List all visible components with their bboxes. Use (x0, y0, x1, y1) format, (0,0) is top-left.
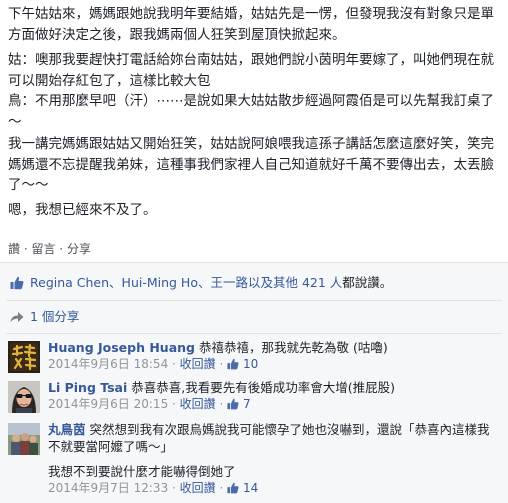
post-paragraph: 我一講完媽媽跟姑姑又開始狂笑，姑姑說阿娘喂我這孫子講話怎麼這麼好笑，笑完媽媽還不… (8, 136, 494, 193)
action-separator: · (20, 242, 32, 256)
post-paragraph: 嗯，我想已經來不及了。 (8, 202, 157, 218)
comment-text: 恭喜恭喜,我看要先有後婚成功率會大增(推屁股) (131, 380, 395, 395)
likers-link[interactable]: Regina Chen、Hui-Ming Ho、王一路以及其他 421 人 (30, 275, 342, 290)
comment-body: 丸鳥茵 突然想到我有次跟烏媽說我可能懷孕了她也沒嚇到，還說「恭喜內這樣我不就要當… (48, 421, 500, 497)
post-paragraph: 姑：噢那我要趕快打電話給妳台南姑姑，跟她們說小茵明年要嫁了，叫她們現在就可以開始… (8, 52, 494, 130)
shares-count[interactable]: 1 個分享 (30, 305, 79, 329)
unlike-link[interactable]: 收回讚 (180, 357, 216, 371)
divider (6, 300, 502, 301)
likes-suffix: 都說讚。 (342, 275, 393, 290)
comment-timestamp[interactable]: 2014年9月7日 12:33 (48, 481, 168, 495)
comment-timestamp[interactable]: 2014年9月6日 18:54 (48, 357, 168, 371)
avatar-calligraphy-image (8, 341, 40, 373)
unlike-link[interactable]: 收回讚 (180, 481, 216, 495)
avatar-woman-sunglasses-image (8, 381, 40, 413)
comment-author[interactable]: 丸鳥茵 (48, 422, 86, 437)
action-separator: · (55, 242, 67, 256)
post-paragraph: 下午姑姑來，媽媽跟她說我明年要結婚，姑姑先是一愣，但發現我沒有對象只是單方面做好… (8, 6, 494, 43)
comment-text: 突然想到我有次跟烏媽說我可能懷孕了她也沒嚇到，還說「恭喜內這樣我不就要當阿嬤了嗎… (48, 422, 490, 454)
comment-like-count[interactable]: 7 (243, 397, 251, 411)
comment-meta: 2014年9月7日 12:33 · 收回讚 · 14 (48, 481, 259, 495)
comment-text-continued: 我想不到要說什麼才能嚇得倒她了 (48, 464, 236, 479)
comment-body: Huang Joseph Huang 恭禧恭禧，那我就先乾為敬 (咕嚕) 201… (48, 339, 500, 373)
share-arrow-icon (10, 312, 24, 322)
comment-timestamp[interactable]: 2014年9月6日 20:15 (48, 397, 168, 411)
divider (6, 333, 502, 334)
comment-author[interactable]: Li Ping Tsai (48, 380, 127, 395)
avatar[interactable] (8, 423, 40, 455)
comment-like-count[interactable]: 14 (243, 481, 258, 495)
thumbs-up-icon (227, 398, 239, 410)
feedback-area: Regina Chen、Hui-Ming Ho、王一路以及其他 421 人都說讚… (0, 262, 508, 503)
like-link[interactable]: 讚 (8, 242, 20, 256)
unlike-link[interactable]: 收回讚 (180, 397, 216, 411)
comment-text: 恭禧恭禧，那我就先乾為敬 (咕嚕) (198, 340, 388, 355)
avatar[interactable] (8, 341, 40, 373)
avatar-group-photo-image (8, 423, 40, 455)
post-actions: 讚 · 留言 · 分享 (8, 240, 91, 257)
comment-meta: 2014年9月6日 18:54 · 收回讚 · 10 (48, 357, 259, 371)
likes-summary: Regina Chen、Hui-Ming Ho、王一路以及其他 421 人都說讚… (0, 269, 508, 297)
comment-like-count[interactable]: 10 (243, 357, 258, 371)
thumbs-up-icon (227, 358, 239, 370)
thumbs-up-icon (227, 482, 239, 494)
avatar[interactable] (8, 381, 40, 413)
share-link[interactable]: 分享 (67, 242, 91, 256)
comment-link[interactable]: 留言 (31, 242, 55, 256)
comment-meta: 2014年9月6日 20:15 · 收回讚 · 7 (48, 397, 251, 411)
thumbs-up-icon (10, 276, 24, 290)
comment-author[interactable]: Huang Joseph Huang (48, 340, 195, 355)
comment-body: Li Ping Tsai 恭喜恭喜,我看要先有後婚成功率會大增(推屁股) 201… (48, 379, 500, 413)
